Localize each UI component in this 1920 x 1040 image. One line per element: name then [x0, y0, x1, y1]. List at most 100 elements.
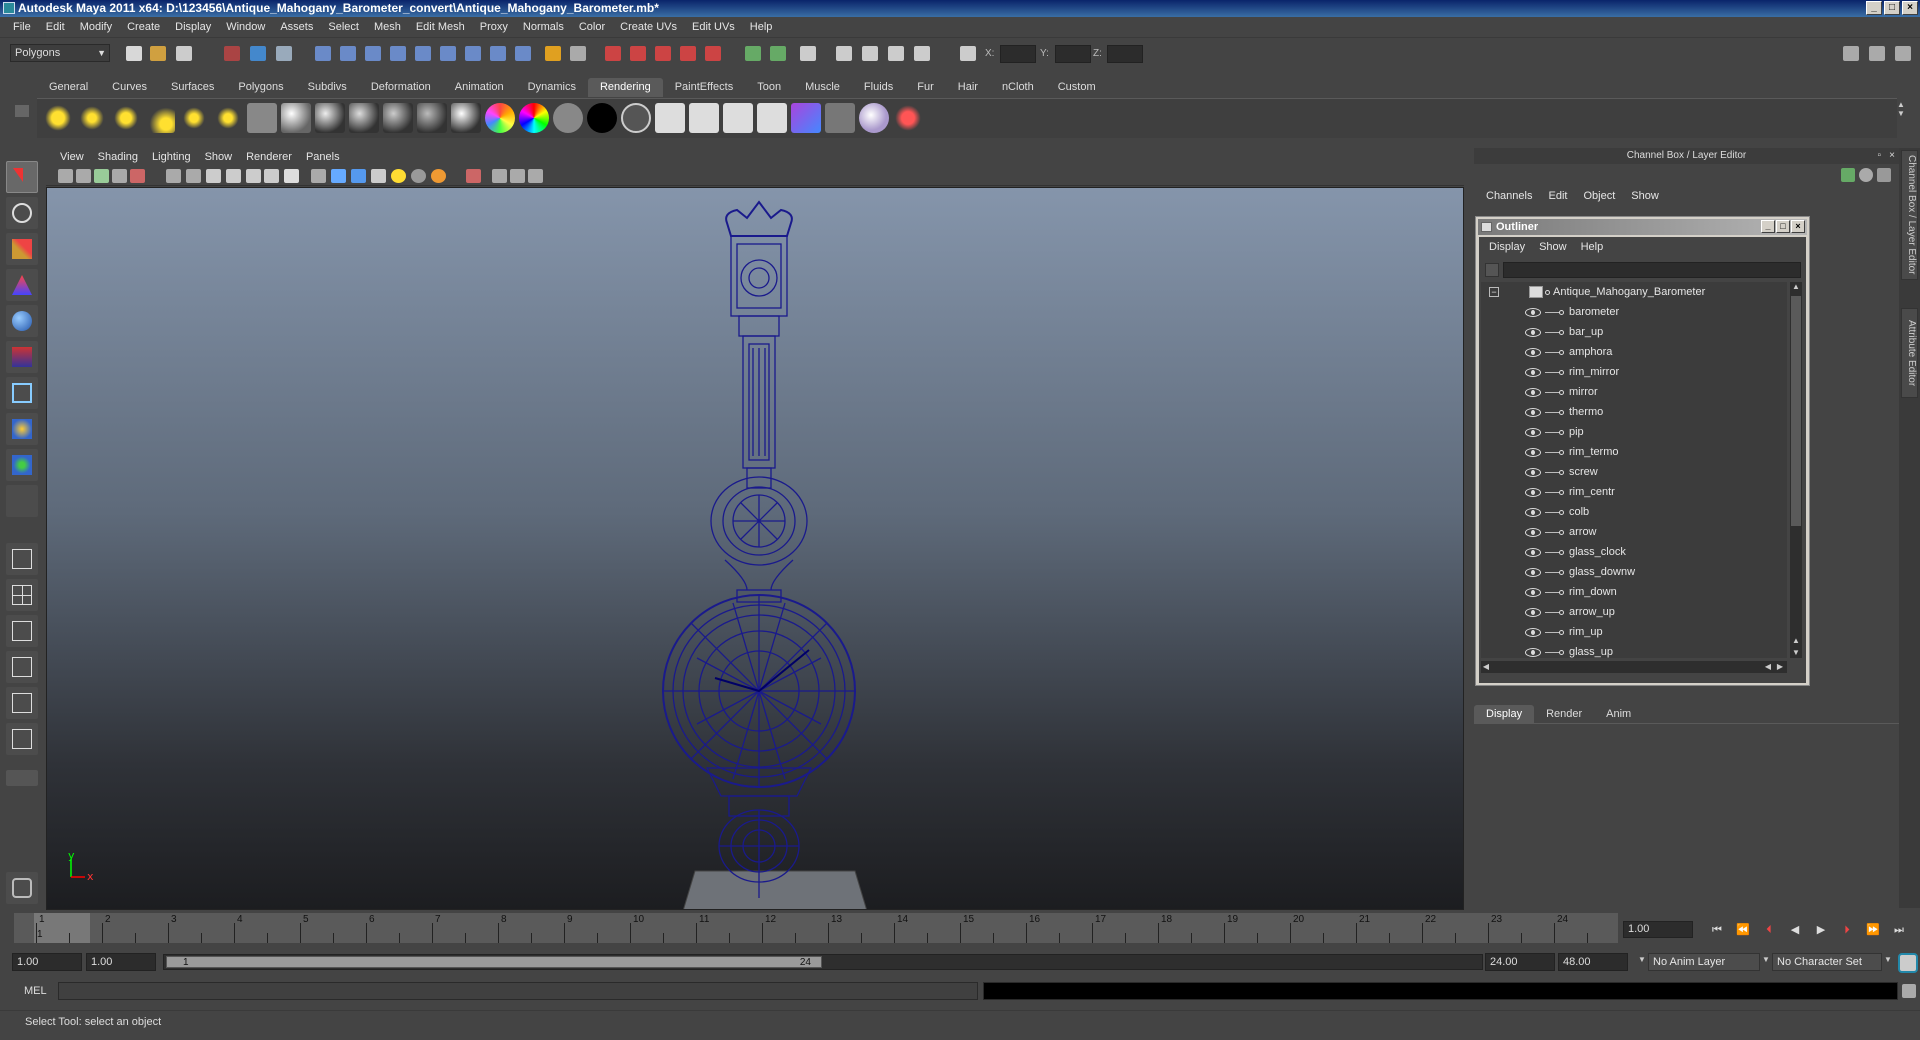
layout-outliner-persp-graph-button[interactable] — [6, 723, 38, 755]
list-item[interactable]: amphora — [1481, 342, 1781, 362]
scroll-left-icon[interactable]: ◀ — [1481, 662, 1491, 672]
shelf-tab-fluids[interactable]: Fluids — [852, 78, 905, 97]
safe-title-icon[interactable] — [264, 169, 279, 183]
outliner-horizontal-scrollbar[interactable]: ◀ ◀ ▶ — [1481, 661, 1787, 673]
shelf-tab-general[interactable]: General — [37, 78, 100, 97]
safe-action-icon[interactable] — [246, 169, 261, 183]
channel-box-and-layers-icon[interactable] — [1877, 168, 1891, 182]
play-forwards-icon[interactable]: ▶ — [1812, 922, 1830, 938]
shelf-scroll-up-icon[interactable]: ▲ — [1897, 100, 1911, 109]
phonge-material-icon[interactable] — [383, 103, 413, 133]
render-view-shelf-icon[interactable] — [825, 103, 855, 133]
float-panel-icon[interactable]: ▫ — [1877, 148, 1881, 164]
select-by-object-icon[interactable] — [250, 46, 266, 61]
viewport-menu-renderer[interactable]: Renderer — [240, 151, 300, 163]
move-tool-button[interactable] — [6, 269, 38, 301]
volume-light-icon[interactable] — [213, 103, 243, 133]
select-deformations-icon[interactable] — [415, 46, 431, 61]
shelf-tab-surfaces[interactable]: Surfaces — [159, 78, 226, 97]
gate-mask-icon[interactable] — [206, 169, 221, 183]
go-to-end-icon[interactable]: ⏭ — [1890, 922, 1908, 938]
ramp-shader-icon[interactable] — [485, 103, 515, 133]
shelf-tab-deformation[interactable]: Deformation — [359, 78, 443, 97]
auto-key-icon[interactable] — [1898, 953, 1918, 973]
show-hide-attribute-editor-icon[interactable] — [1843, 46, 1859, 61]
layout-single-perspective-button[interactable] — [6, 543, 38, 575]
shelf-scroll[interactable]: ▲ ▼ — [1897, 100, 1911, 136]
open-scene-icon[interactable] — [150, 46, 166, 61]
shelf-scroll-down-icon[interactable]: ▼ — [1897, 109, 1911, 118]
render-current-frame-shelf-icon[interactable] — [655, 103, 685, 133]
step-back-frame-icon[interactable]: ⏪ — [1734, 922, 1752, 938]
shelf-tab-subdivs[interactable]: Subdivs — [296, 78, 359, 97]
menu-normals[interactable]: Normals — [516, 21, 572, 33]
list-item[interactable]: screw — [1481, 462, 1781, 482]
xray-components-icon[interactable] — [528, 169, 543, 183]
menu-create[interactable]: Create — [120, 21, 168, 33]
minimize-button[interactable]: _ — [1866, 1, 1882, 15]
y-coord-field[interactable] — [1055, 45, 1091, 63]
select-rendering-icon[interactable] — [465, 46, 481, 61]
input-ops-icon[interactable] — [745, 46, 761, 61]
command-input[interactable] — [58, 982, 978, 1000]
menu-create-uvs[interactable]: Create UVs — [613, 21, 685, 33]
outliner-minimize-button[interactable]: _ — [1761, 220, 1775, 233]
menu-edit[interactable]: Edit — [39, 21, 73, 33]
attribute-editor-side-tab[interactable]: Attribute Editor — [1901, 308, 1918, 398]
list-item[interactable]: arrow — [1481, 522, 1781, 542]
image-plane-icon[interactable] — [112, 169, 127, 183]
menu-color[interactable]: Color — [572, 21, 613, 33]
smooth-shade-icon[interactable] — [331, 169, 346, 183]
list-item[interactable]: pip — [1481, 422, 1781, 442]
shelf-tab-custom[interactable]: Custom — [1046, 78, 1108, 97]
play-backwards-icon[interactable]: ◀ — [1786, 922, 1804, 938]
list-item[interactable]: glass_up — [1481, 642, 1781, 658]
layered-shader-icon[interactable] — [451, 103, 481, 133]
shelf-tab-painteffects[interactable]: PaintEffects — [663, 78, 746, 97]
list-item[interactable]: barometer — [1481, 302, 1781, 322]
ambient-light-icon[interactable] — [43, 103, 73, 133]
outliner-list[interactable]: − Antique_Mahogany_Barometer barometer ba… — [1481, 282, 1787, 658]
outliner-vertical-scrollbar[interactable]: ▲ ▲ ▼ — [1790, 282, 1802, 658]
use-background-icon[interactable] — [587, 103, 617, 133]
scroll-left-icon[interactable]: ◀ — [1763, 662, 1773, 672]
list-item[interactable]: rim_down — [1481, 582, 1781, 602]
spot-light-icon[interactable] — [145, 103, 175, 133]
use-all-lights-icon[interactable] — [391, 169, 406, 183]
perspective-viewport[interactable]: y x — [46, 187, 1464, 910]
menu-modify[interactable]: Modify — [73, 21, 120, 33]
menu-edit-mesh[interactable]: Edit Mesh — [409, 21, 473, 33]
soft-mod-tool-button[interactable] — [6, 413, 38, 445]
textured-icon[interactable] — [371, 169, 386, 183]
chevron-down-icon[interactable]: ▼ — [1638, 955, 1646, 964]
select-camera-icon[interactable] — [58, 169, 73, 183]
step-back-key-icon[interactable]: ⏴ — [1760, 922, 1778, 938]
filter-icon[interactable] — [1485, 263, 1499, 277]
outliner-title-bar[interactable]: Outliner _ □ × — [1478, 219, 1807, 235]
film-gate-icon[interactable] — [166, 169, 181, 183]
scroll-down-icon[interactable]: ▼ — [1791, 648, 1801, 658]
select-surfaces-icon[interactable] — [390, 46, 406, 61]
script-editor-icon[interactable] — [1902, 984, 1916, 998]
render-current-frame-icon[interactable] — [862, 46, 878, 61]
save-scene-icon[interactable] — [176, 46, 192, 61]
layer-tab-render[interactable]: Render — [1534, 705, 1594, 723]
last-tool-button[interactable] — [6, 485, 38, 517]
outliner-menu-display[interactable]: Display — [1483, 241, 1533, 253]
new-scene-icon[interactable] — [126, 46, 142, 61]
resolution-gate-icon[interactable] — [186, 169, 201, 183]
render-settings-icon[interactable] — [914, 46, 930, 61]
list-item[interactable]: bar_up — [1481, 322, 1781, 342]
select-tool-button[interactable] — [6, 161, 38, 193]
start-time-field[interactable]: 1.00 — [12, 953, 82, 971]
viewport-menu-shading[interactable]: Shading — [92, 151, 146, 163]
layer-tab-anim[interactable]: Anim — [1594, 705, 1643, 723]
current-time-field[interactable]: 1.00 — [1623, 921, 1693, 938]
universal-manipulator-button[interactable] — [6, 377, 38, 409]
layout-persp-graph-button[interactable] — [6, 651, 38, 683]
go-to-start-icon[interactable]: ⏮ — [1708, 922, 1726, 938]
highlight-selection-icon[interactable] — [570, 46, 586, 61]
select-handles-icon[interactable] — [315, 46, 331, 61]
playback-end-field[interactable]: 24.00 — [1485, 953, 1555, 971]
scroll-up-icon[interactable]: ▲ — [1791, 282, 1801, 292]
